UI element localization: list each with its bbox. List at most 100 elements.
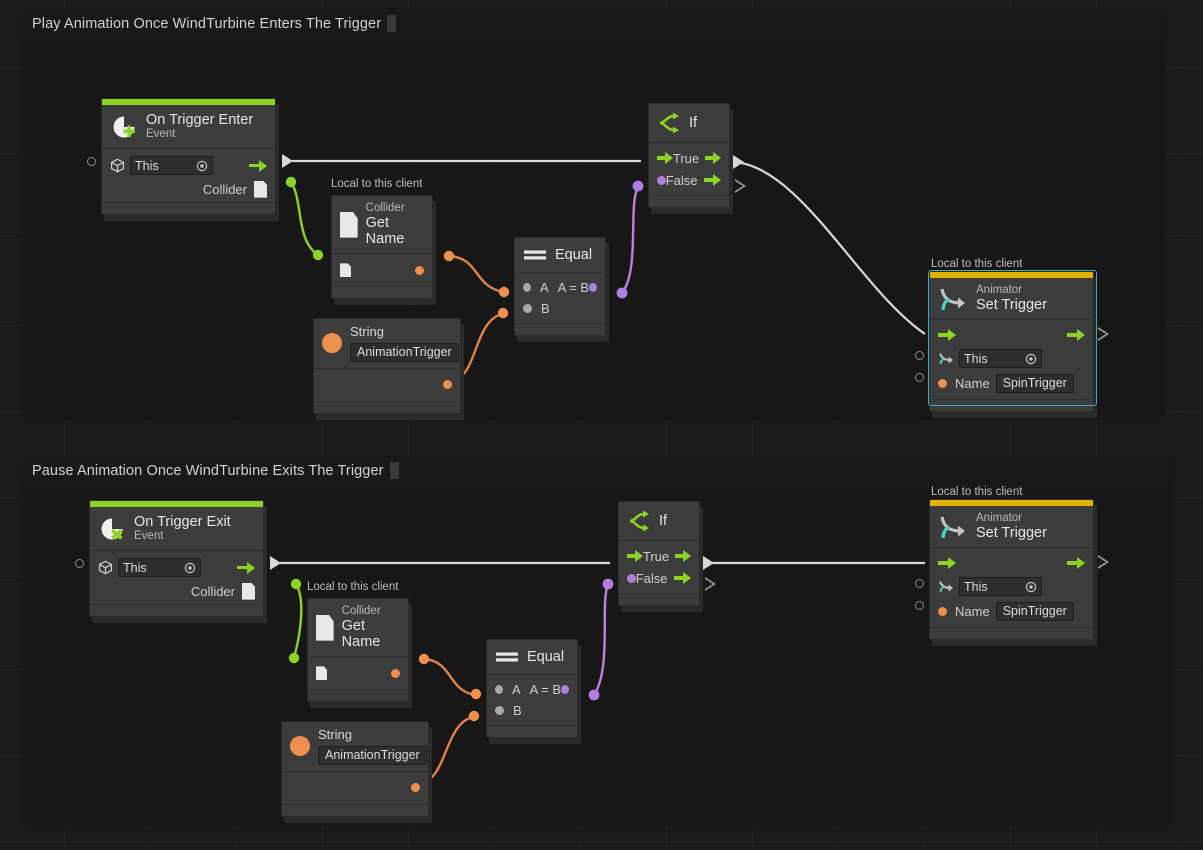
trigger-name-field[interactable]: SpinTrigger: [995, 601, 1074, 621]
node-header[interactable]: String AnimationTrigger: [282, 722, 428, 772]
node-collider-get-name[interactable]: Collider Get Name: [331, 195, 436, 306]
flow-out-arrow-icon[interactable]: [1067, 557, 1085, 570]
port-name-input[interactable]: [938, 378, 947, 388]
row-equal-a[interactable]: A A = B: [515, 277, 605, 298]
port-animator-target-1[interactable]: [915, 351, 924, 360]
row-animator-target[interactable]: This: [930, 574, 1093, 599]
flow-in-arrow-icon[interactable]: [627, 550, 643, 562]
row-equal-b[interactable]: B: [487, 700, 577, 721]
node-header[interactable]: Equal: [515, 238, 605, 273]
port-name-output[interactable]: [415, 265, 424, 275]
node-if-2[interactable]: If True False: [618, 501, 703, 612]
port-animator-target-2[interactable]: [915, 579, 924, 588]
flow-out-arrow-icon[interactable]: [1067, 329, 1085, 342]
node-header[interactable]: String AnimationTrigger: [314, 319, 460, 369]
flow-out-arrow-icon[interactable]: [237, 561, 255, 574]
animator-target-field[interactable]: This: [959, 349, 1042, 369]
node-footer: [308, 689, 408, 702]
flow-out-true-arrow-icon[interactable]: [675, 550, 691, 562]
node-animator-set-trigger-1[interactable]: Animator Set Trigger This Name SpinTrigg…: [929, 271, 1097, 419]
flow-in-arrow-icon[interactable]: [938, 329, 956, 342]
string-value-field[interactable]: AnimationTrigger: [350, 342, 459, 362]
row-if-true[interactable]: True: [619, 545, 699, 567]
row-string-output[interactable]: [282, 778, 428, 798]
port-input-trigger-enter[interactable]: [87, 157, 96, 166]
port-flow-out-if-true[interactable]: [733, 155, 744, 169]
port-string-output[interactable]: [443, 380, 452, 390]
flow-in-arrow-icon[interactable]: [657, 152, 673, 164]
object-picker-icon[interactable]: [184, 562, 196, 574]
row-equal-a[interactable]: A A = B: [487, 679, 577, 700]
node-equal-1[interactable]: Equal A A = B B: [514, 237, 609, 342]
flow-out-false-arrow-icon[interactable]: [673, 572, 692, 584]
port-animator-name-1[interactable]: [915, 373, 924, 382]
port-output-equal[interactable]: [589, 283, 597, 292]
node-header[interactable]: Animator Set Trigger: [930, 506, 1093, 549]
row-animator-name[interactable]: Name SpinTrigger: [930, 371, 1093, 395]
node-string-2[interactable]: String AnimationTrigger: [281, 721, 432, 823]
node-header[interactable]: Collider Get Name: [332, 196, 432, 255]
node-on-trigger-enter[interactable]: On Trigger Enter Event This Collider: [101, 98, 279, 222]
group-resize-handle[interactable]: [387, 15, 397, 32]
port-input-trigger-exit[interactable]: [75, 559, 84, 568]
row-animator-flow[interactable]: [930, 324, 1093, 346]
animator-target-field[interactable]: This: [959, 577, 1042, 597]
row-target[interactable]: This: [90, 555, 263, 580]
flow-out-false-arrow-icon[interactable]: [703, 174, 722, 186]
object-picker-icon[interactable]: [196, 160, 208, 172]
port-output-equal[interactable]: [561, 685, 569, 694]
port-flow-out-trigger-enter[interactable]: [282, 154, 293, 168]
node-header[interactable]: Equal: [487, 640, 577, 675]
port-flow-out-trigger-exit[interactable]: [270, 556, 281, 570]
string-value-field[interactable]: AnimationTrigger: [318, 745, 427, 765]
row-if-true[interactable]: True: [649, 147, 729, 169]
row-animator-name[interactable]: Name SpinTrigger: [930, 599, 1093, 623]
row-animator-target[interactable]: This: [930, 346, 1093, 371]
row-if-false[interactable]: False: [649, 169, 729, 191]
group-header[interactable]: Play Animation Once WindTurbine Enters T…: [22, 8, 1165, 39]
port-condition-input[interactable]: [657, 175, 666, 185]
flow-out-arrow-icon[interactable]: [249, 159, 267, 172]
row-collider-output[interactable]: Collider: [102, 178, 275, 200]
node-graph-canvas[interactable]: Play Animation Once WindTurbine Enters T…: [0, 0, 1203, 850]
node-string-1[interactable]: String AnimationTrigger: [313, 318, 464, 420]
node-header[interactable]: If: [619, 502, 699, 541]
row-get-name-io[interactable]: [332, 259, 432, 281]
port-input-a[interactable]: [495, 685, 503, 694]
row-collider-output[interactable]: Collider: [90, 580, 263, 602]
target-object-field[interactable]: This: [118, 558, 201, 578]
flow-out-true-arrow-icon[interactable]: [705, 152, 721, 164]
row-if-false[interactable]: False: [619, 567, 699, 589]
object-picker-icon[interactable]: [1025, 581, 1037, 593]
group-header[interactable]: Pause Animation Once WindTurbine Exits T…: [22, 455, 1174, 486]
row-target[interactable]: This: [102, 153, 275, 178]
object-picker-icon[interactable]: [1025, 353, 1037, 365]
node-collider-get-name-2[interactable]: Collider Get Name: [307, 598, 412, 709]
row-string-output[interactable]: [314, 375, 460, 395]
port-input-a[interactable]: [523, 283, 531, 292]
row-equal-b[interactable]: B: [515, 298, 605, 319]
node-if-1[interactable]: If True False: [648, 103, 733, 214]
port-animator-name-2[interactable]: [915, 601, 924, 610]
port-name-output[interactable]: [391, 668, 400, 678]
port-flow-out-if2-true[interactable]: [703, 556, 714, 570]
node-header[interactable]: Animator Set Trigger: [930, 278, 1093, 321]
node-on-trigger-exit[interactable]: On Trigger Exit Event This Collider: [89, 500, 267, 624]
node-equal-2[interactable]: Equal A A = B B: [486, 639, 581, 744]
group-resize-handle[interactable]: [389, 462, 399, 479]
trigger-name-field[interactable]: SpinTrigger: [995, 373, 1074, 393]
node-header[interactable]: If: [649, 104, 729, 143]
node-animator-set-trigger-2[interactable]: Animator Set Trigger This Name SpinTrigg…: [929, 499, 1097, 647]
row-animator-flow[interactable]: [930, 552, 1093, 574]
port-name-input[interactable]: [938, 606, 947, 616]
port-input-b[interactable]: [495, 706, 504, 715]
target-object-field[interactable]: This: [130, 156, 213, 176]
node-header[interactable]: On Trigger Enter Event: [102, 105, 275, 150]
node-header[interactable]: On Trigger Exit Event: [90, 507, 263, 552]
row-get-name-io[interactable]: [308, 662, 408, 684]
node-header[interactable]: Collider Get Name: [308, 599, 408, 658]
flow-in-arrow-icon[interactable]: [938, 557, 956, 570]
port-string-output[interactable]: [411, 783, 420, 793]
port-condition-input[interactable]: [627, 573, 636, 583]
port-input-b[interactable]: [523, 304, 532, 313]
